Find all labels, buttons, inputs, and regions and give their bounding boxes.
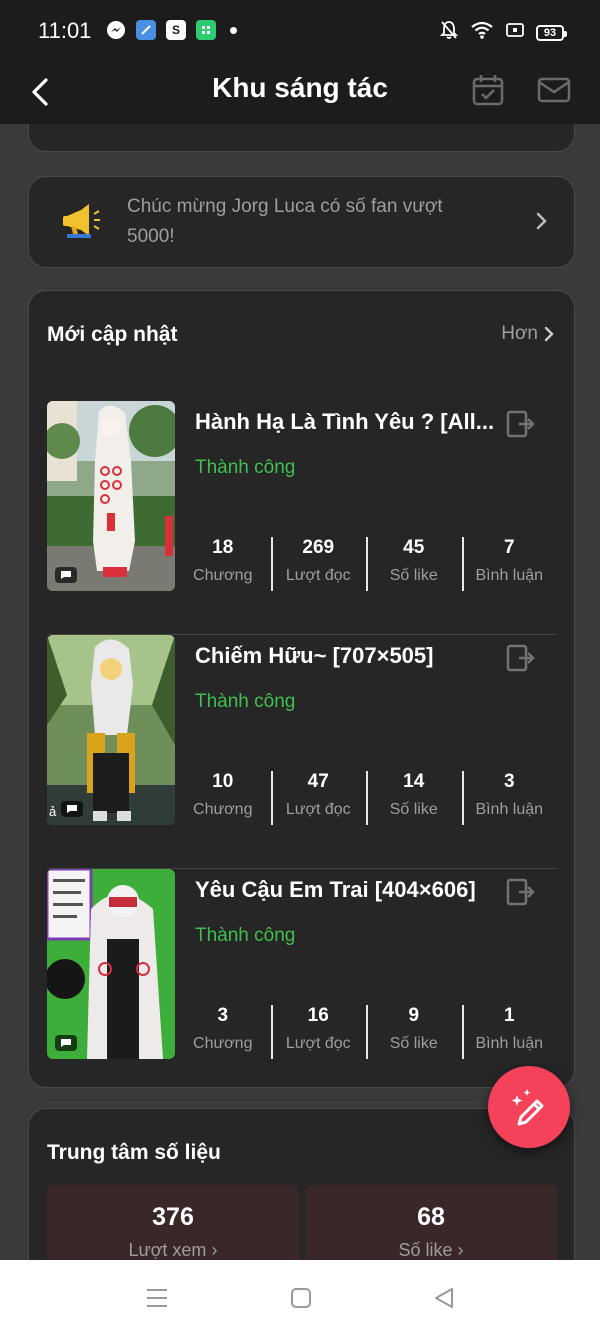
triangle-back-icon	[435, 1288, 453, 1308]
stat-likes: 45 Số like	[366, 537, 462, 593]
story-title: Yêu Cậu Em Trai [404×606]	[195, 877, 476, 902]
chevron-right-icon	[544, 326, 554, 342]
notice-text: Chúc mừng Jorg Luca có số fan vượt 5000!	[127, 196, 443, 247]
more-notifications-dot	[230, 26, 237, 34]
export-icon[interactable]	[505, 643, 535, 673]
stat-chapters: 3 Chương	[193, 1005, 253, 1052]
stat-reads: 16 Lượt đọc	[270, 1005, 367, 1061]
more-link[interactable]: Hơn	[501, 323, 554, 345]
export-icon[interactable]	[505, 409, 535, 439]
system-icons: 93	[439, 20, 567, 45]
section-title: Mới cập nhật	[47, 323, 178, 346]
status-time: 11:01	[38, 18, 92, 43]
shopping-bag-icon: S	[166, 20, 186, 40]
calendar-button[interactable]	[470, 72, 506, 108]
story-item[interactable]: Hành Hạ Là Tình Yêu ? [All... Thành công…	[47, 401, 557, 635]
stat-likes: 9 Số like	[366, 1005, 462, 1061]
metric-label: Lượt xem ›	[128, 1240, 218, 1260]
cast-icon	[506, 22, 524, 43]
story-stats: 3 Chương 16 Lượt đọc 9 Số like 1 Bình luận	[175, 1005, 557, 1061]
app-header: Khu sáng tác	[0, 62, 600, 124]
story-stats: 18 Chương 269 Lượt đọc 45 Số like 7 Bình luậ…	[175, 537, 557, 593]
fan-milestone-notice[interactable]: Chúc mừng Jorg Luca có số fan vượt 5000!	[28, 176, 575, 268]
metric-value: 68	[417, 1203, 445, 1231]
write-fab-button[interactable]	[488, 1066, 570, 1148]
mute-bell-icon	[439, 20, 459, 45]
app-icon	[196, 20, 216, 40]
stat-chapters: 18 Chương	[193, 537, 253, 584]
stat-reads: 47 Lượt đọc	[270, 771, 367, 827]
mail-button[interactable]	[536, 72, 572, 108]
status-bar: 11:01 S 93	[0, 0, 600, 62]
story-status: Thành công	[195, 691, 296, 712]
data-center-section: Trung tâm số liệu 376 Lượt xem › 68 Số l…	[28, 1108, 575, 1260]
stat-comments: 7 Bình luận	[461, 537, 558, 593]
home-nav-button[interactable]	[287, 1284, 315, 1312]
menu-nav-button[interactable]	[143, 1284, 171, 1312]
battery-icon: 93	[536, 24, 567, 41]
story-title: Chiếm Hữu~ [707×505]	[195, 643, 434, 668]
story-item[interactable]: Yêu Cậu Em Trai [404×606] Thành công 3 Ch…	[47, 869, 557, 1103]
section-title: Trung tâm số liệu	[47, 1141, 221, 1164]
more-label: Hơn	[501, 323, 538, 344]
story-stats: 10 Chương 47 Lượt đọc 14 Số like 3 Bình luận	[175, 771, 557, 827]
story-title: Hành Hạ Là Tình Yêu ? [All...	[195, 409, 495, 434]
top-card-partial	[28, 124, 575, 152]
metric-label: Số like ›	[398, 1240, 464, 1260]
divider	[47, 1102, 557, 1103]
square-home-icon	[291, 1288, 311, 1308]
stat-chapters: 10 Chương	[193, 771, 253, 818]
cover-note: ả	[49, 804, 57, 819]
stat-reads: 269 Lượt đọc	[270, 537, 367, 593]
page-title: Khu sáng tác	[212, 72, 388, 103]
story-status: Thành công	[195, 457, 296, 478]
story-item[interactable]: ả Chiếm Hữu~ [707×505] Thành công 10 Chươ…	[47, 635, 557, 869]
menu-icon	[147, 1289, 167, 1307]
metric-views[interactable]: 376 Lượt xem ›	[47, 1185, 299, 1260]
wifi-icon	[470, 21, 494, 44]
story-cover[interactable]	[47, 401, 175, 591]
metric-value: 376	[152, 1203, 194, 1231]
app-icon	[136, 20, 156, 40]
stat-likes: 14 Số like	[366, 771, 462, 827]
back-nav-button[interactable]	[430, 1284, 458, 1312]
comment-badge-icon	[61, 801, 83, 817]
messenger-icon	[106, 20, 126, 40]
calendar-check-icon	[472, 75, 504, 106]
chevron-right-icon: ›	[211, 1240, 218, 1260]
megaphone-icon	[63, 204, 100, 238]
story-status: Thành công	[195, 925, 296, 946]
chevron-right-icon: ›	[457, 1240, 464, 1260]
notification-icons: S	[106, 20, 237, 40]
export-icon[interactable]	[505, 877, 535, 907]
metric-likes[interactable]: 68 Số like ›	[305, 1185, 557, 1260]
system-nav-bar	[0, 1260, 600, 1334]
recent-updates-section: Mới cập nhật Hơn Hành Hạ Là Tình Yêu ? […	[28, 290, 575, 1103]
pencil-sparkle-icon	[511, 1089, 544, 1126]
story-cover[interactable]	[47, 869, 175, 1059]
chevron-right-icon	[536, 212, 547, 230]
comment-badge-icon	[55, 567, 77, 583]
mail-icon	[537, 77, 571, 103]
comment-badge-icon	[55, 1035, 77, 1051]
stat-comments: 3 Bình luận	[461, 771, 558, 827]
story-cover[interactable]: ả	[47, 635, 175, 825]
stat-comments: 1 Bình luận	[461, 1005, 558, 1061]
